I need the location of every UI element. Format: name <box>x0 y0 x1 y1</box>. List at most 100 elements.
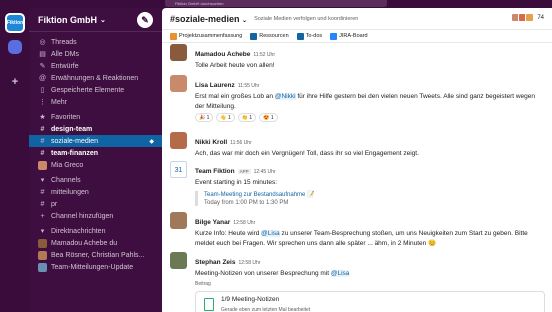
reaction-pill[interactable]: 👋 1 <box>216 113 235 122</box>
message-text: Ach, das war mir doch ein Vergnügen! Tol… <box>195 149 545 159</box>
section-header-dms[interactable]: ▾ Direktnachrichten <box>29 225 162 237</box>
member-count: 74 <box>537 14 544 21</box>
canvas-title: 1/9 Meeting-Notizen <box>221 295 280 303</box>
sidebar-item-drafts[interactable]: ✎ Entwürfe <box>29 60 162 72</box>
message-timestamp[interactable]: 11:52 Uhr <box>253 52 275 58</box>
sidebar: Fiktion GmbH ⌄ ✎ ◎ Threads ▤ Alle DMs ✎ Entwü… <box>29 8 162 312</box>
bookmark-to-dos[interactable]: To-dos <box>296 32 322 40</box>
section-header-favorites[interactable]: ★ Favoriten <box>29 111 162 123</box>
sidebar-item-dm[interactable]: Bea Rösner, Christian Pahls... <box>29 249 162 261</box>
reaction-pill[interactable]: 👏 1 <box>237 113 257 122</box>
sidebar-item-more[interactable]: ⋮ Mehr <box>29 96 162 108</box>
sidebar-item-pr[interactable]: # pr <box>29 198 162 210</box>
attachment-label: Beitrag <box>195 280 211 287</box>
sidebar-item-label: Gespeicherte Elemente <box>51 86 125 94</box>
bookmark-icon <box>296 32 304 40</box>
sidebar-item-label: Threads <box>51 38 77 46</box>
workspace-header[interactable]: Fiktion GmbH ⌄ ✎ <box>29 8 162 32</box>
bookmark-jira-board[interactable]: JIRA-Board <box>330 32 368 40</box>
message-author[interactable]: Team Fiktion <box>195 168 235 175</box>
sidebar-item-label: Team-Mitteilungen-Update <box>51 263 134 271</box>
sidebar-item-design-team[interactable]: # design-team <box>29 123 162 135</box>
message-text: Event starting in 15 minutes: <box>195 178 545 188</box>
mentions-icon: @ <box>38 74 47 82</box>
avatar[interactable] <box>170 252 187 269</box>
message-text: Erst mal ein großes Lob an @Nikki für ih… <box>195 92 545 111</box>
message-author[interactable]: Nikki Kroll <box>195 139 227 146</box>
message-text-content: Kurze Info: Heute wird <box>195 230 262 237</box>
user-mention[interactable]: @Lisa <box>330 270 350 277</box>
message-body: Bilge Yanar 12:58 Uhr Kurze Info: Heute wi… <box>195 211 545 248</box>
section-title: Direktnachrichten <box>51 227 106 235</box>
message-body: Team Fiktion APP 12:45 Uhr Event starting i… <box>195 160 545 206</box>
avatar[interactable] <box>170 212 187 229</box>
message-author[interactable]: Bilge Yanar <box>195 219 230 226</box>
avatar[interactable] <box>170 132 187 149</box>
sidebar-item-label: soziale-medien <box>51 137 99 145</box>
sidebar-item-label: Bea Rösner, Christian Pahls... <box>51 251 145 259</box>
drafts-icon: ✎ <box>39 63 46 70</box>
message-timestamp[interactable]: 12:58 Uhr <box>233 220 255 226</box>
sidebar-item-label: Mehr <box>51 98 67 106</box>
bookmarks-bar: Projektzusammenfassung Ressourcen To-dos JI… <box>162 30 552 43</box>
event-title-link[interactable]: Team-Meeting zur Bestandsaufnahme 📝 <box>204 191 545 198</box>
top-bar: Fiktion GmbH durchsuchen <box>0 0 552 8</box>
more-icon: ⋮ <box>39 99 46 106</box>
message-text: Meeting-Notizen von unserer Besprechung … <box>195 269 545 279</box>
avatar <box>38 262 47 272</box>
member-list-button[interactable]: 74 <box>511 13 544 22</box>
bookmark-label: Ressourcen <box>259 33 289 39</box>
calendar-icon: 31 <box>170 161 187 178</box>
sidebar-item-threads[interactable]: ◎ Threads <box>29 36 162 48</box>
user-mention[interactable]: @Nikki <box>274 93 296 100</box>
document-icon <box>204 297 214 311</box>
bookmark-projektzusammenfassung[interactable]: Projektzusammenfassung <box>170 32 243 40</box>
channel-topic[interactable]: Soziale Medien verfolgen und koordiniere… <box>254 16 358 22</box>
message-text-content: Meeting-Notizen von unserer Besprechung … <box>195 270 331 277</box>
message-list: Mamadou Achebe 11:52 Uhr Tolle Arbeit heut… <box>162 43 552 312</box>
canvas-attachment[interactable]: 1/9 Meeting-Notizen Gerade eben zum letzt… <box>195 290 545 312</box>
compose-icon[interactable]: ✎ <box>137 12 153 28</box>
add-workspace-icon[interactable]: + <box>5 72 25 92</box>
avatar[interactable] <box>170 75 187 92</box>
workspace-switcher-second[interactable] <box>8 40 22 54</box>
message-timestamp[interactable]: 11:56 Uhr <box>230 140 252 146</box>
sidebar-item-mitteilungen[interactable]: # mitteilungen <box>29 186 162 198</box>
message-author[interactable]: Lisa Laurenz <box>195 82 235 89</box>
message-header: Bilge Yanar 12:58 Uhr <box>195 211 545 229</box>
reaction-pill[interactable]: 🎉 1 <box>195 113 214 122</box>
hash-icon: # <box>40 188 45 196</box>
headset-icon[interactable]: ◆ <box>149 138 154 145</box>
section-title: Channels <box>51 176 81 184</box>
sidebar-item-dm[interactable]: Mamadou Achebe du <box>29 237 162 249</box>
bookmark-icon <box>250 32 258 40</box>
message-author[interactable]: Stephan Zeis <box>195 259 235 266</box>
sidebar-item-team-finanzen[interactable]: # team-finanzen <box>29 147 162 159</box>
add-channel-button[interactable]: + Channel hinzufügen <box>29 210 162 222</box>
sidebar-item-saved[interactable]: ▯ Gespeicherte Elemente <box>29 84 162 96</box>
avatar[interactable] <box>170 44 187 61</box>
search-bar[interactable]: Fiktion GmbH durchsuchen <box>165 0 387 7</box>
sidebar-item-dm[interactable]: Team-Mitteilungen-Update <box>29 261 162 273</box>
message-author[interactable]: Mamadou Achebe <box>195 51 250 58</box>
section-header-channels[interactable]: ▾ Channels <box>29 174 162 186</box>
user-mention[interactable]: @Lisa <box>261 230 280 237</box>
sidebar-item-dm[interactable]: ▤ Alle DMs <box>29 48 162 60</box>
bookmark-icon <box>330 32 338 40</box>
avatar <box>38 160 47 170</box>
sidebar-item-soziale-medien[interactable]: # soziale-medien ◆ <box>29 135 162 147</box>
workspace-switcher-fiktion[interactable]: Fiktion <box>5 13 25 33</box>
bookmark-label: Projektzusammenfassung <box>179 33 243 39</box>
message-header: Lisa Laurenz 11:55 Uhr <box>195 74 545 92</box>
message-timestamp[interactable]: 11:55 Uhr <box>238 83 260 89</box>
sidebar-item-label: team-finanzen <box>51 149 99 157</box>
hash-icon: # <box>40 137 45 145</box>
sidebar-item-mentions[interactable]: @ Erwähnungen & Reaktionen <box>29 72 162 84</box>
sidebar-item-label: Channel hinzufügen <box>51 212 114 220</box>
channel-title[interactable]: #soziale-medien ⌄ <box>170 14 247 24</box>
reaction-pill[interactable]: 😍 1 <box>259 113 278 122</box>
message-timestamp[interactable]: 12:45 Uhr <box>254 169 276 175</box>
bookmark-ressourcen[interactable]: Ressourcen <box>250 32 289 40</box>
sidebar-item-mia-greco[interactable]: Mia Greco <box>29 159 162 171</box>
message-timestamp[interactable]: 12:58 Uhr <box>238 260 260 266</box>
